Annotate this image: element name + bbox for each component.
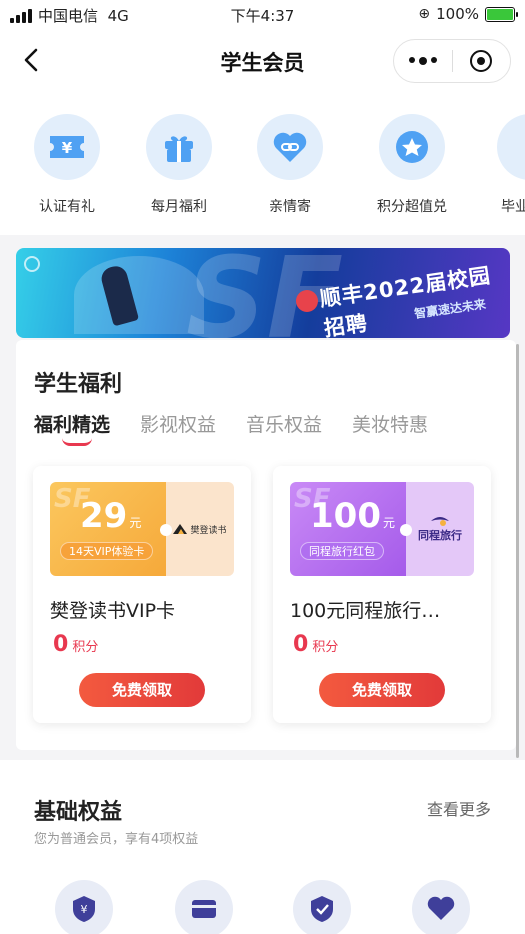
card-points: 0 积分: [293, 632, 339, 657]
recruitment-banner[interactable]: SF 顺丰2022届校园招聘 智赢速达未来: [16, 248, 510, 338]
gift-icon: [146, 114, 212, 180]
coupon-image: SF 100 元 同程旅行红包 同程旅行: [290, 482, 474, 576]
card-icon[interactable]: [175, 880, 233, 934]
card-points: 0 积分: [53, 632, 99, 657]
more-icon[interactable]: [394, 57, 452, 65]
scrollbar[interactable]: [516, 344, 519, 758]
nav-bar: 学生会员: [0, 30, 525, 92]
status-bar: 中国电信 4G 下午4:37 ⊕ 100%: [0, 0, 525, 30]
fandeng-logo: 樊登读书: [173, 523, 227, 536]
quick-entry-row: ¥ 认证有礼 每月福利 亲情寄 积分超值兑 毕业: [0, 92, 525, 235]
tongcheng-logo: 同程旅行: [418, 529, 462, 542]
view-more-link[interactable]: 查看更多: [427, 796, 491, 820]
tongcheng-logo-icon: [431, 517, 449, 526]
battery-icon: [485, 6, 518, 22]
banner-decoration: [74, 256, 204, 334]
tab-beauty[interactable]: 美妆特惠: [352, 410, 428, 437]
heart-link-icon: [257, 114, 323, 180]
student-welfare-section: 学生福利 福利精选 影视权益 音乐权益 美妆特惠 SF 29 元 14天VIP体验…: [16, 340, 516, 750]
claim-button[interactable]: 免费领取: [79, 673, 205, 707]
active-tab-indicator: [62, 438, 92, 446]
quick-item-monthly[interactable]: 每月福利: [124, 114, 234, 216]
banner-ball: [296, 290, 318, 312]
coupon-image: SF 29 元 14天VIP体验卡 樊登读书: [50, 482, 234, 576]
quick-item-label: 积分超值兑: [377, 199, 447, 215]
battery-percent: 100%: [436, 5, 479, 23]
quick-item-label: 每月福利: [151, 199, 207, 215]
tab-featured[interactable]: 福利精选: [34, 410, 110, 437]
svg-text:¥: ¥: [81, 903, 88, 916]
card-name: 樊登读书VIP卡: [50, 600, 176, 622]
claim-button[interactable]: 免费领取: [319, 673, 445, 707]
heart-icon[interactable]: [412, 880, 470, 934]
badge-check-icon[interactable]: [293, 880, 351, 934]
coupon-amount: 100 元: [310, 496, 395, 536]
coupon-label: 14天VIP体验卡: [60, 542, 154, 560]
ad-icon: [24, 256, 40, 272]
close-target-icon[interactable]: [452, 50, 510, 72]
card-name: 100元同程旅行…: [290, 600, 441, 622]
svg-text:¥: ¥: [62, 139, 73, 157]
welfare-card[interactable]: SF 29 元 14天VIP体验卡 樊登读书 樊登读书VIP卡 0 积分 免费领取: [33, 466, 251, 723]
section-subtitle: 您为普通会员，享有4项权益: [34, 832, 199, 847]
basic-rights-section: 基础权益 查看更多 您为普通会员，享有4项权益 ¥: [0, 760, 525, 934]
welfare-card[interactable]: SF 100 元 同程旅行红包 同程旅行 100元同程旅行… 0 积分 免费领取: [273, 466, 491, 723]
quick-item-certification[interactable]: ¥ 认证有礼: [12, 114, 122, 216]
tab-music[interactable]: 音乐权益: [246, 410, 322, 437]
gift-icon: [497, 114, 525, 180]
welfare-tabs: 福利精选 影视权益 音乐权益 美妆特惠: [34, 410, 428, 446]
coupon-amount: 29 元: [80, 496, 142, 536]
section-title: 学生福利: [34, 372, 123, 397]
star-icon: [379, 114, 445, 180]
quick-item-label: 毕业: [501, 199, 525, 215]
quick-item-graduation[interactable]: 毕业: [465, 114, 525, 216]
tab-video[interactable]: 影视权益: [140, 410, 216, 437]
miniprogram-capsule: [393, 39, 511, 83]
rotation-lock-icon: ⊕: [418, 6, 431, 22]
coupon-yen-icon: ¥: [34, 114, 100, 180]
section-title: 基础权益: [34, 800, 123, 825]
quick-item-points[interactable]: 积分超值兑: [357, 114, 467, 216]
quick-item-label: 亲情寄: [269, 199, 311, 215]
badge-yen-icon[interactable]: ¥: [55, 880, 113, 934]
quick-item-label: 认证有礼: [39, 199, 95, 215]
quick-item-family[interactable]: 亲情寄: [235, 114, 345, 216]
coupon-label: 同程旅行红包: [300, 542, 384, 560]
